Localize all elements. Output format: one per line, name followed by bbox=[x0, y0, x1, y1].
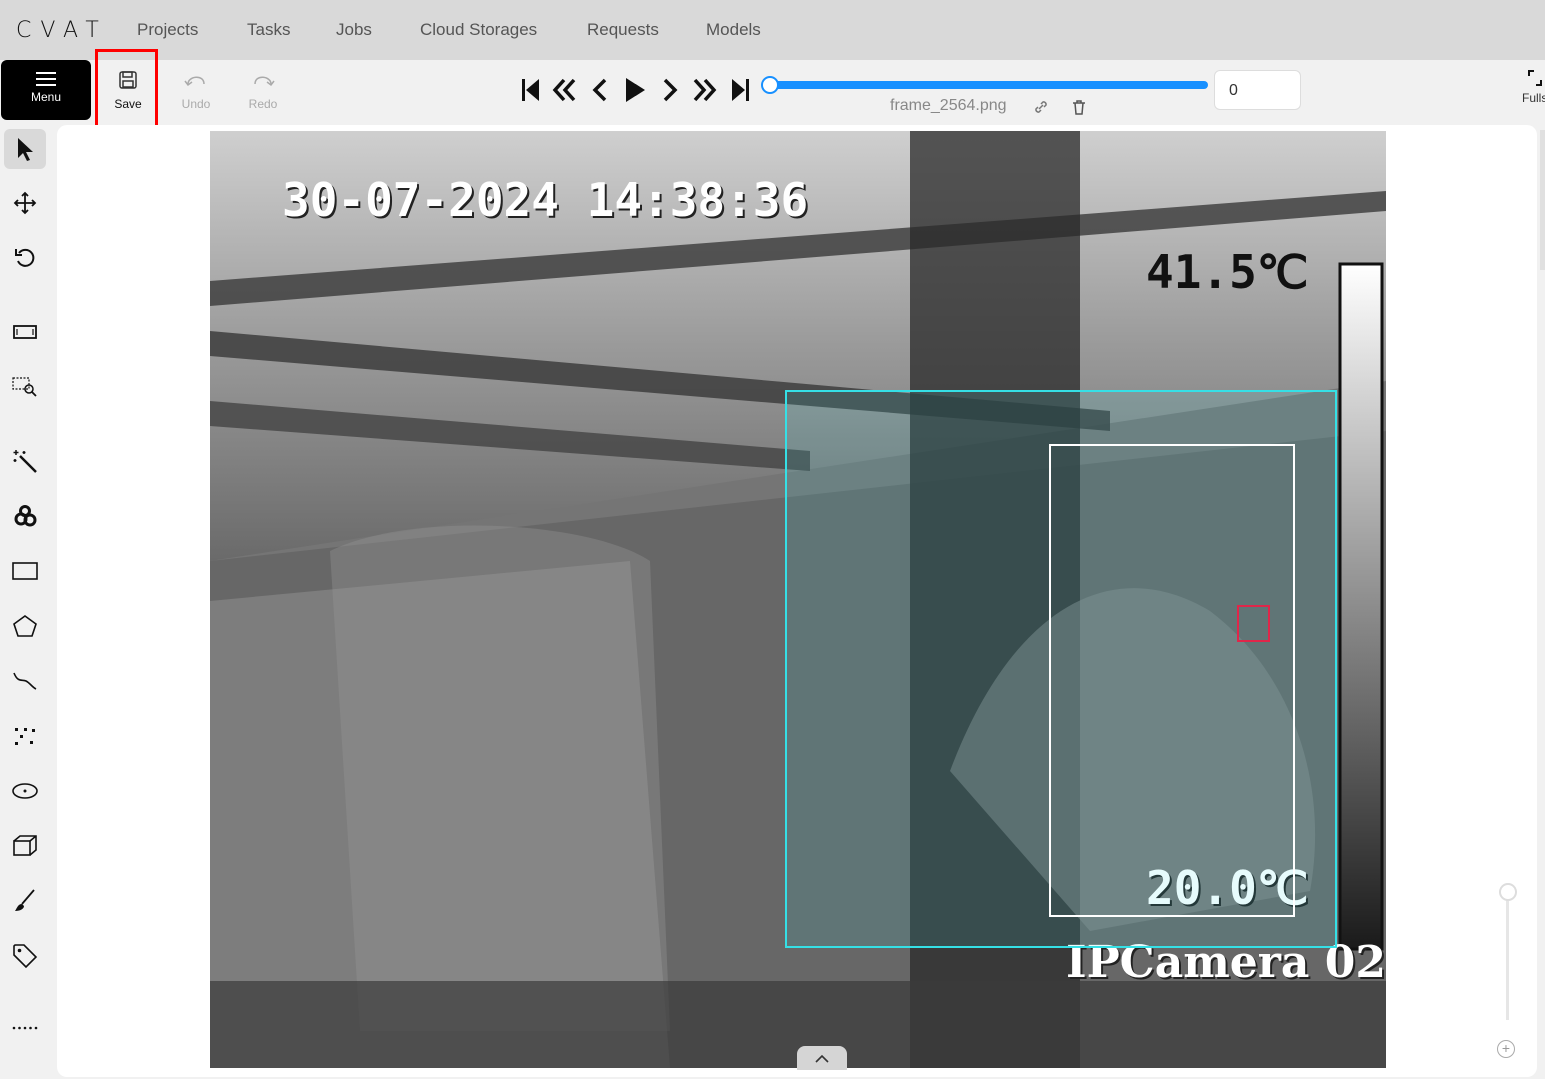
polygon-tool[interactable] bbox=[4, 606, 46, 646]
rotate-tool[interactable] bbox=[4, 238, 46, 278]
nav-cloud-storages[interactable]: Cloud Storages bbox=[420, 20, 537, 40]
link-icon[interactable] bbox=[1033, 99, 1049, 115]
frame-filename: frame_2564.png bbox=[890, 97, 1007, 114]
fit-icon bbox=[13, 325, 37, 339]
polyline-tool[interactable] bbox=[4, 661, 46, 701]
points-tool[interactable] bbox=[4, 716, 46, 756]
tag-tool[interactable] bbox=[4, 936, 46, 976]
save-icon bbox=[119, 71, 137, 89]
cursor-icon bbox=[18, 138, 33, 161]
move-tool[interactable] bbox=[4, 183, 46, 223]
polyline-icon bbox=[13, 672, 37, 690]
undo-label: Undo bbox=[181, 97, 211, 111]
nav-projects[interactable]: Projects bbox=[137, 20, 198, 40]
ellipse-tool[interactable] bbox=[4, 771, 46, 811]
rectangle-icon bbox=[12, 562, 38, 580]
save-label: Save bbox=[114, 97, 142, 111]
fit-image-tool[interactable] bbox=[4, 312, 46, 352]
bottom-panel-toggle[interactable] bbox=[797, 1046, 847, 1070]
chevron-up-icon bbox=[815, 1054, 829, 1063]
cvat-logo[interactable]: CVAT bbox=[16, 18, 108, 43]
cursor-tool[interactable] bbox=[4, 129, 46, 169]
cuboid-icon bbox=[13, 835, 37, 856]
move-icon bbox=[13, 191, 37, 215]
frame-slider[interactable] bbox=[770, 81, 1208, 89]
redo-icon bbox=[254, 76, 275, 87]
undo-button[interactable]: Undo bbox=[166, 64, 226, 118]
zoom-region-tool[interactable] bbox=[4, 367, 46, 407]
backward-fast-icon[interactable] bbox=[550, 72, 580, 108]
zoom-slider[interactable] bbox=[1506, 895, 1509, 1020]
top-navigation: CVAT Projects Tasks Jobs Cloud Storages … bbox=[0, 0, 1545, 60]
tag-icon bbox=[13, 944, 38, 969]
thermal-image[interactable]: 30-07-2024 14:38:36 41.5℃ 20.0℃ IPCamera… bbox=[210, 131, 1386, 1068]
undo-icon bbox=[184, 76, 205, 87]
cuboid-tool[interactable] bbox=[4, 826, 46, 866]
redo-button[interactable]: Redo bbox=[233, 64, 293, 118]
zoom-slider-handle[interactable] bbox=[1499, 883, 1517, 901]
magic-wand-icon bbox=[13, 450, 37, 473]
nav-tasks[interactable]: Tasks bbox=[247, 20, 290, 40]
brush-tool[interactable] bbox=[4, 881, 46, 921]
rotate-icon bbox=[15, 248, 35, 267]
redo-label: Redo bbox=[248, 97, 278, 111]
right-scrollbar[interactable] bbox=[1540, 130, 1545, 270]
openvino-icon bbox=[14, 505, 37, 527]
timestamp-overlay: 30-07-2024 14:38:36 bbox=[282, 173, 809, 227]
controls-sidebar bbox=[0, 122, 52, 1079]
annotation-box-red[interactable] bbox=[1237, 605, 1270, 642]
zoom-region-icon bbox=[12, 377, 37, 397]
previous-frame-icon[interactable] bbox=[585, 72, 615, 108]
nav-requests[interactable]: Requests bbox=[587, 20, 659, 40]
brush-icon bbox=[15, 889, 35, 911]
menu-label: Menu bbox=[30, 90, 62, 104]
forward-fast-icon[interactable] bbox=[689, 72, 719, 108]
save-button[interactable]: Save bbox=[98, 64, 158, 118]
openvino-tool[interactable] bbox=[4, 496, 46, 536]
max-temperature: 41.5℃ bbox=[1146, 245, 1309, 299]
last-frame-icon[interactable] bbox=[724, 72, 754, 108]
menu-button[interactable]: Menu bbox=[1, 60, 91, 120]
magic-wand-tool[interactable] bbox=[4, 441, 46, 481]
annotation-box-white[interactable] bbox=[1049, 444, 1295, 917]
more-icon bbox=[12, 1026, 38, 1030]
points-icon bbox=[15, 728, 35, 745]
hamburger-icon bbox=[36, 72, 56, 86]
frame-slider-handle[interactable] bbox=[761, 76, 779, 94]
polygon-icon bbox=[13, 615, 37, 637]
zoom-in-icon[interactable]: + bbox=[1497, 1040, 1515, 1058]
fullscreen-label: Fulls bbox=[1522, 91, 1545, 105]
ellipse-icon bbox=[12, 783, 38, 799]
nav-models[interactable]: Models bbox=[706, 20, 761, 40]
first-frame-icon[interactable] bbox=[517, 72, 547, 108]
frame-number-input[interactable]: 0 bbox=[1214, 70, 1301, 110]
fullscreen-button[interactable]: Fulls bbox=[1522, 68, 1545, 105]
nav-jobs[interactable]: Jobs bbox=[336, 20, 372, 40]
delete-frame-icon[interactable] bbox=[1071, 99, 1087, 116]
rectangle-tool[interactable] bbox=[4, 551, 46, 591]
next-frame-icon[interactable] bbox=[655, 72, 685, 108]
play-icon[interactable] bbox=[619, 72, 649, 108]
more-tools[interactable] bbox=[4, 1008, 46, 1048]
fullscreen-icon bbox=[1527, 70, 1542, 86]
